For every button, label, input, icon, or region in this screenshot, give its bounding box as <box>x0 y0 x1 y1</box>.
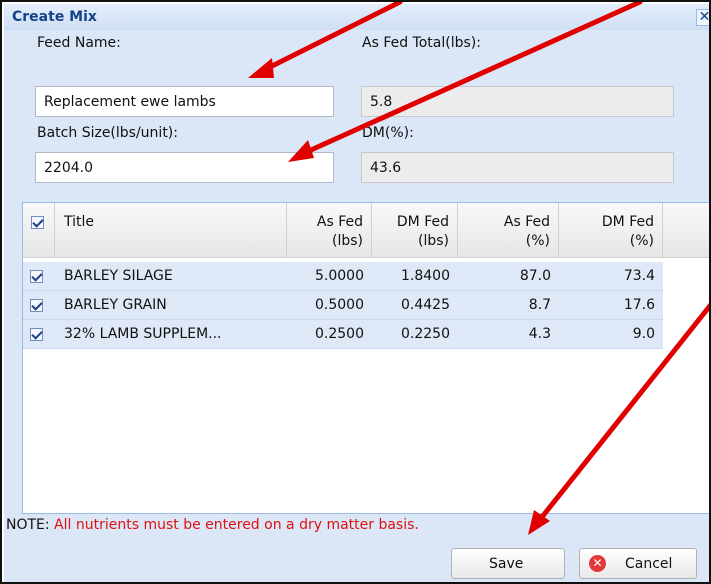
dialog-titlebar[interactable]: Create Mix ✕ <box>4 4 709 30</box>
row-as-fed-pct: 87.0 <box>519 268 551 284</box>
column-header-as-fed-pct[interactable]: As Fed (%) <box>458 203 559 257</box>
row-dm-fed-lbs: 0.4425 <box>401 297 450 313</box>
table-row[interactable]: 32% LAMB SUPPLEM... 0.2500 0.2250 4.3 9.… <box>23 320 663 349</box>
screenshot-frame: Create Mix ✕ Feed Name: Replacement ewe … <box>0 0 711 584</box>
feed-name-input[interactable]: Replacement ewe lambs <box>35 86 334 117</box>
row-dm-fed-pct: 73.4 <box>623 268 655 284</box>
as-fed-total-field: 5.8 <box>361 86 674 117</box>
row-as-fed-lbs: 5.0000 <box>315 268 364 284</box>
save-button-label: Save <box>489 556 524 572</box>
row-checkbox[interactable] <box>30 327 43 341</box>
row-checkbox-cell[interactable] <box>30 291 54 319</box>
batch-size-input[interactable]: 2204.0 <box>35 152 334 183</box>
dm-percent-label: DM(%): <box>362 125 414 141</box>
save-button[interactable]: Save <box>451 548 565 579</box>
select-all-header[interactable] <box>23 203 55 257</box>
row-as-fed-pct: 8.7 <box>528 297 551 313</box>
cancel-button[interactable]: ✕ Cancel <box>579 548 697 579</box>
column-header-as-fed-lbs[interactable]: As Fed (lbs) <box>287 203 372 257</box>
note-text: All nutrients must be entered on a dry m… <box>49 517 419 533</box>
row-dm-fed-pct: 9.0 <box>632 326 655 342</box>
row-title: BARLEY SILAGE <box>64 268 173 284</box>
batch-size-label: Batch Size(lbs/unit): <box>37 125 178 141</box>
dry-matter-note: NOTE: All nutrients must be entered on a… <box>6 517 419 533</box>
dm-percent-field: 43.6 <box>361 152 674 183</box>
note-label: NOTE: <box>6 517 50 533</box>
row-title: 32% LAMB SUPPLEM... <box>64 326 222 342</box>
close-icon[interactable]: ✕ <box>696 9 709 26</box>
row-checkbox[interactable] <box>30 269 43 283</box>
row-as-fed-pct: 4.3 <box>528 326 551 342</box>
select-all-checkbox[interactable] <box>31 215 44 229</box>
column-header-dm-fed-lbs[interactable]: DM Fed (lbs) <box>372 203 458 257</box>
cancel-button-label: Cancel <box>625 556 673 572</box>
row-dm-fed-lbs: 1.8400 <box>401 268 450 284</box>
dialog-title: Create Mix <box>12 9 97 25</box>
feed-name-label: Feed Name: <box>37 35 121 51</box>
row-as-fed-lbs: 0.2500 <box>315 326 364 342</box>
row-as-fed-lbs: 0.5000 <box>315 297 364 313</box>
row-checkbox-cell[interactable] <box>30 320 54 348</box>
row-checkbox[interactable] <box>30 298 43 312</box>
column-header-dm-fed-pct[interactable]: DM Fed (%) <box>559 203 663 257</box>
row-dm-fed-lbs: 0.2250 <box>401 326 450 342</box>
table-row[interactable]: BARLEY GRAIN 0.5000 0.4425 8.7 17.6 <box>23 291 663 320</box>
close-circle-icon: ✕ <box>589 555 606 572</box>
as-fed-total-label: As Fed Total(lbs): <box>362 35 481 51</box>
column-header-title[interactable]: Title <box>55 203 287 257</box>
table-row[interactable]: BARLEY SILAGE 5.0000 1.8400 87.0 73.4 <box>23 262 663 291</box>
row-dm-fed-pct: 17.6 <box>623 297 655 313</box>
row-title: BARLEY GRAIN <box>64 297 167 313</box>
ingredient-grid: Title As Fed (lbs) DM Fed (lbs) As Fed (… <box>22 202 709 514</box>
create-mix-dialog: Create Mix ✕ Feed Name: Replacement ewe … <box>4 4 709 582</box>
grid-header: Title As Fed (lbs) DM Fed (lbs) As Fed (… <box>23 203 709 258</box>
row-checkbox-cell[interactable] <box>30 262 54 290</box>
